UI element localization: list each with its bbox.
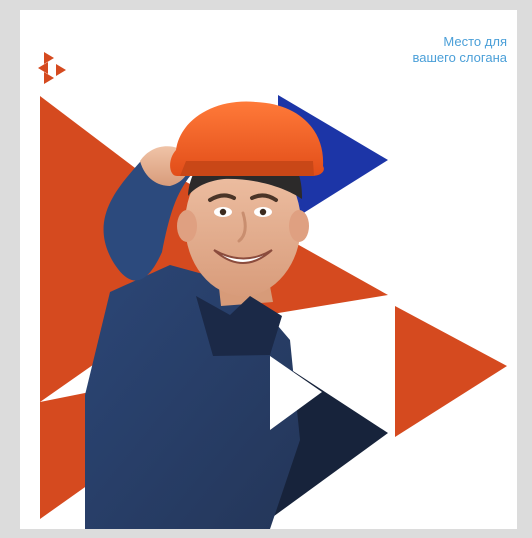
- brand-card: Место для вашего слогана: [20, 10, 517, 529]
- hero-artwork: [40, 95, 507, 529]
- triangle-orange-right: [395, 306, 507, 437]
